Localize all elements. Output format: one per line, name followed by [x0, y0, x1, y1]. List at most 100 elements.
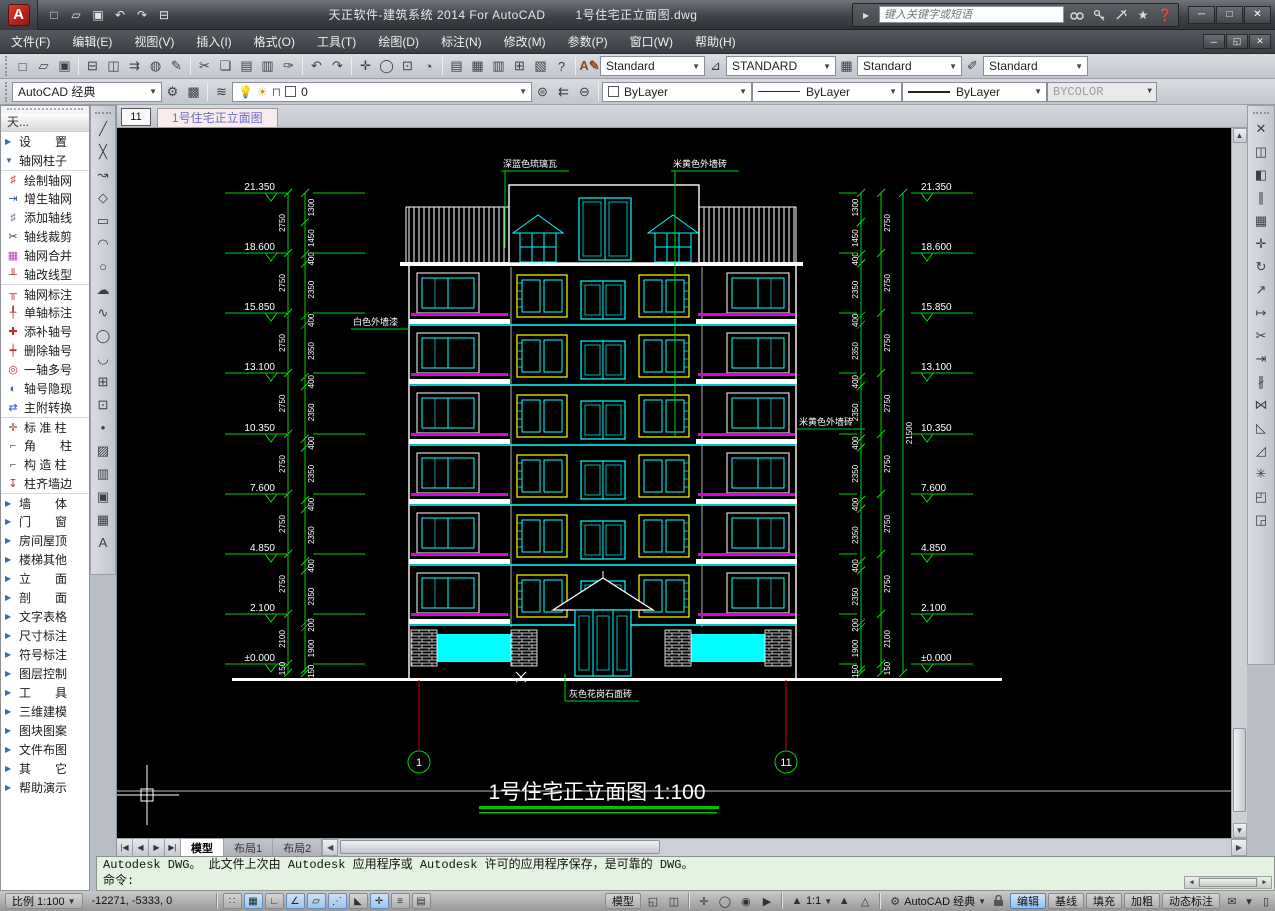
- tab-next-button[interactable]: ▶: [149, 839, 165, 856]
- hatch-icon[interactable]: ▨: [92, 439, 114, 462]
- toggle-lwt[interactable]: ≡: [390, 893, 410, 909]
- layer-lock-icon[interactable]: ⊓: [272, 85, 281, 99]
- move-icon[interactable]: ✛: [1250, 232, 1272, 255]
- palette-item-添补轴号[interactable]: ✚ 添补轴号: [1, 322, 89, 341]
- insert-block-icon[interactable]: ⊞: [92, 370, 114, 393]
- menu-文件(F)[interactable]: 文件(F): [0, 30, 61, 54]
- mleader-style-combo[interactable]: Standard ▼: [983, 56, 1088, 76]
- palette-item-图块图案[interactable]: ▶ 图块图案: [1, 721, 89, 740]
- menu-帮助(H)[interactable]: 帮助(H): [684, 30, 747, 54]
- menu-视图(V)[interactable]: 视图(V): [123, 30, 185, 54]
- close-button[interactable]: ✕: [1244, 5, 1271, 24]
- explode-icon[interactable]: ✳: [1250, 462, 1272, 485]
- rotate-icon[interactable]: ↻: [1250, 255, 1272, 278]
- zoom-window-icon[interactable]: ⊡: [397, 56, 418, 77]
- menu-修改(M)[interactable]: 修改(M): [493, 30, 557, 54]
- toggle-qp[interactable]: ▤: [411, 893, 431, 909]
- toggle-ducs[interactable]: ◣: [348, 893, 368, 909]
- layer-combo[interactable]: 💡 ☀ ⊓ 0 ▼: [232, 81, 532, 102]
- offset-icon[interactable]: ∥: [1250, 186, 1272, 209]
- layer-on-bulb-icon[interactable]: 💡: [238, 85, 253, 99]
- designcenter-icon[interactable]: ▦: [467, 56, 488, 77]
- scale-control[interactable]: 比例 1:100 ▼: [5, 893, 83, 909]
- model-space-button[interactable]: 模型: [604, 893, 641, 909]
- palette-item-立面[interactable]: ▶ 立 面: [1, 569, 89, 588]
- menu-编辑(E)[interactable]: 编辑(E): [61, 30, 123, 54]
- scroll-down-arrow[interactable]: ▼: [1232, 823, 1247, 838]
- cmd-scroll-thumb[interactable]: [1199, 878, 1257, 887]
- palette-item-楼梯其他[interactable]: ▶ 楼梯其他: [1, 550, 89, 569]
- line-icon[interactable]: ╱: [92, 117, 114, 140]
- region-icon[interactable]: ▣: [92, 485, 114, 508]
- redo-icon[interactable]: ↷: [327, 56, 348, 77]
- save-icon[interactable]: ▣: [54, 56, 75, 77]
- color-combo[interactable]: ByLayer ▼: [602, 81, 752, 102]
- palette-item-一轴多号[interactable]: ◎ 一轴多号: [1, 360, 89, 379]
- exchange-key-icon[interactable]: [1090, 6, 1108, 24]
- match-properties-icon[interactable]: ✑: [278, 56, 299, 77]
- qat-undo-icon[interactable]: ↶: [110, 5, 130, 25]
- construction-line-icon[interactable]: ╳: [92, 140, 114, 163]
- palette-item-删除轴号[interactable]: ┿ 删除轴号: [1, 341, 89, 360]
- palette-item-轴网标注[interactable]: ╥ 轴网标注: [1, 284, 89, 303]
- save-workspace-icon[interactable]: ▩: [183, 81, 204, 102]
- tray-status-icon[interactable]: ✉: [1223, 893, 1241, 909]
- scroll-right-arrow[interactable]: ▶: [1231, 839, 1247, 856]
- erase-icon[interactable]: ✕: [1250, 117, 1272, 140]
- arc-icon[interactable]: ◠: [92, 232, 114, 255]
- toggle-otrack[interactable]: ⋰: [327, 893, 347, 909]
- tarch-button-基线[interactable]: 基线: [1048, 893, 1084, 909]
- zoom-previous-icon[interactable]: ◔: [418, 56, 439, 77]
- tarch-button-加粗[interactable]: 加粗: [1124, 893, 1160, 909]
- layer-states-icon[interactable]: ⊜: [532, 81, 553, 102]
- sheet-set-icon[interactable]: ⊞: [509, 56, 530, 77]
- horizontal-scroll-thumb[interactable]: [340, 840, 661, 854]
- palette-title[interactable]: 天...: [1, 114, 89, 131]
- plot-preview-icon[interactable]: ◫: [103, 56, 124, 77]
- steering-wheel-icon[interactable]: ◉: [737, 893, 755, 909]
- paste-icon[interactable]: ▤: [236, 56, 257, 77]
- drawing-tab[interactable]: 1号住宅正立面图: [157, 108, 278, 127]
- palette-item-符号标注[interactable]: ▶ 符号标注: [1, 645, 89, 664]
- palette-item-尺寸标注[interactable]: ▶ 尺寸标注: [1, 626, 89, 645]
- layer-properties-icon[interactable]: ≋: [211, 81, 232, 102]
- palette-item-主附转换[interactable]: ⇄ 主附转换: [1, 398, 89, 417]
- palette-item-轴改线型[interactable]: ╨ 轴改线型: [1, 265, 89, 284]
- polygon-icon[interactable]: ◇: [92, 186, 114, 209]
- spline-icon[interactable]: ∿: [92, 301, 114, 324]
- layout-tab-布局1[interactable]: 布局1: [224, 839, 274, 856]
- palette-item-轴网柱子[interactable]: ▼ 轴网柱子: [1, 151, 89, 170]
- vertical-scroll-thumb[interactable]: [1233, 728, 1246, 812]
- cmd-scroll-right-arrow[interactable]: ▶: [1258, 877, 1271, 888]
- menu-插入(I)[interactable]: 插入(I): [185, 30, 242, 54]
- palette-item-设置[interactable]: ▶ 设 置: [1, 132, 89, 151]
- palette-item-工具[interactable]: ▶ 工 具: [1, 683, 89, 702]
- palette-item-墙体[interactable]: ▶ 墙 体: [1, 493, 89, 512]
- point-icon[interactable]: •: [92, 416, 114, 439]
- clean-screen-icon[interactable]: ▯: [1257, 893, 1275, 909]
- showmotion-icon[interactable]: ▶: [758, 893, 776, 909]
- toolbar-grip[interactable]: [1253, 112, 1269, 114]
- palette-item-添加轴线[interactable]: ♯ 添加轴线: [1, 208, 89, 227]
- chamfer-icon[interactable]: ◺: [1250, 416, 1272, 439]
- qat-open-icon[interactable]: ▱: [66, 5, 86, 25]
- layout-tab-模型[interactable]: 模型: [181, 839, 224, 856]
- menu-工具(T)[interactable]: 工具(T): [306, 30, 367, 54]
- annotation-auto-icon[interactable]: △: [856, 893, 874, 909]
- new-icon[interactable]: □: [12, 56, 33, 77]
- menu-标注(N)[interactable]: 标注(N): [430, 30, 493, 54]
- zoom-realtime-icon[interactable]: ◯: [376, 56, 397, 77]
- autocad-logo-icon[interactable]: A: [0, 0, 38, 30]
- rectangle-icon[interactable]: ▭: [92, 209, 114, 232]
- dim-style-icon[interactable]: ⊿: [705, 56, 726, 77]
- workspace-switch-control[interactable]: ⚙ AutoCAD 经典 ▼: [886, 893, 986, 909]
- palette-item-文字表格[interactable]: ▶ 文字表格: [1, 607, 89, 626]
- toolbar-grip[interactable]: [95, 112, 111, 114]
- text-style-combo[interactable]: Standard ▼: [600, 56, 705, 76]
- linetype-combo[interactable]: ByLayer ▼: [752, 81, 902, 102]
- palette-item-轴网合并[interactable]: ▦ 轴网合并: [1, 246, 89, 265]
- toggle-snap[interactable]: ∷: [222, 893, 242, 909]
- revision-cloud-icon[interactable]: ☁: [92, 278, 114, 301]
- paste-block-icon[interactable]: ▥: [257, 56, 278, 77]
- ellipse-icon[interactable]: ◯: [92, 324, 114, 347]
